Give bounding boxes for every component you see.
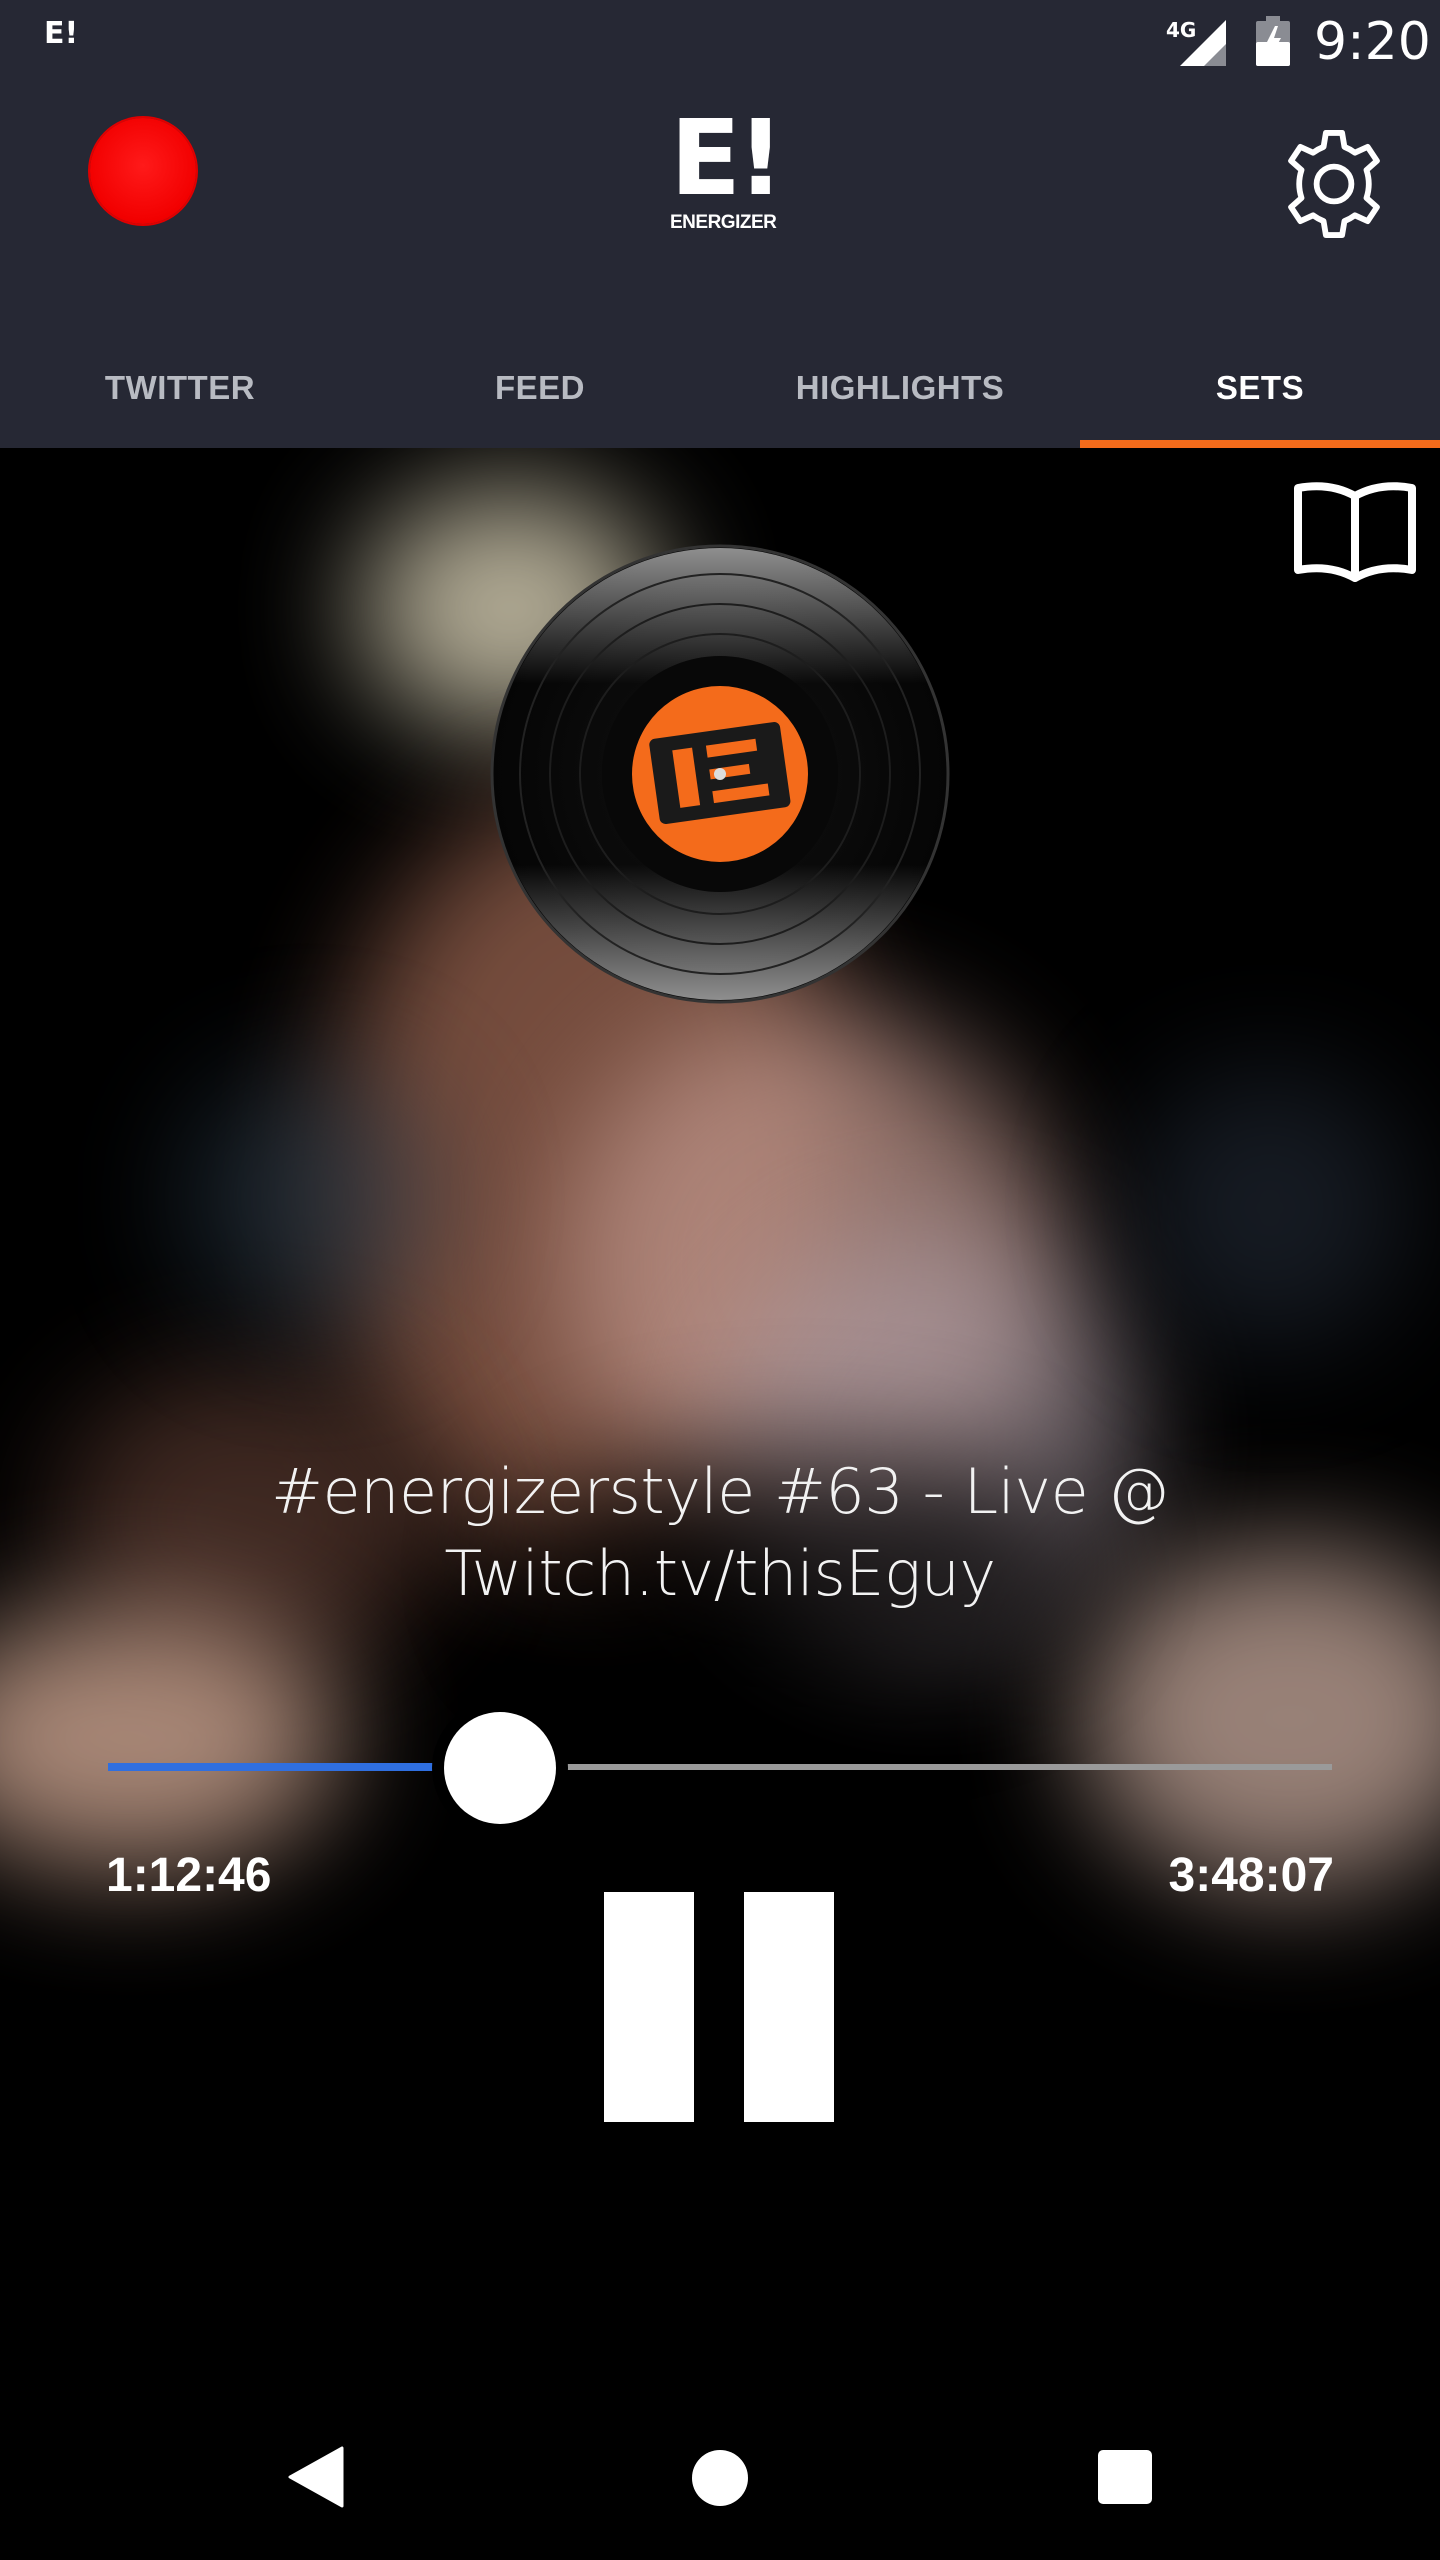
vinyl-record-icon xyxy=(490,544,950,1004)
clock: 9:20 xyxy=(1314,12,1431,72)
signal-icon xyxy=(1180,20,1226,66)
status-bar: E! 4G 9:20 xyxy=(0,0,1440,84)
tab-sets[interactable]: SETS xyxy=(1080,362,1440,448)
battery-icon xyxy=(1256,16,1290,66)
system-nav-bar xyxy=(0,2398,1440,2560)
brand-logo: E! ENERGIZER xyxy=(670,97,784,233)
tab-highlights[interactable]: HIGHLIGHTS xyxy=(720,362,1080,448)
player: #energizerstyle #63 - Live @ Twitch.tv/t… xyxy=(0,448,1440,2398)
total-time: 3:48:07 xyxy=(1168,1849,1334,1902)
seek-thumb[interactable] xyxy=(443,1712,556,1824)
recents-icon[interactable] xyxy=(1098,2450,1152,2504)
pause-icon[interactable] xyxy=(604,1892,836,2124)
gear-icon[interactable] xyxy=(1276,126,1392,242)
active-tab-indicator xyxy=(1080,440,1440,448)
back-icon[interactable] xyxy=(288,2446,344,2508)
tab-feed[interactable]: FEED xyxy=(360,362,720,448)
tab-bar: TWITTER FEED HIGHLIGHTS SETS xyxy=(0,362,1440,448)
home-icon[interactable] xyxy=(692,2450,748,2506)
track-title: #energizerstyle #63 - Live @ Twitch.tv/t… xyxy=(271,1455,1169,1610)
record-button[interactable] xyxy=(90,118,196,224)
book-icon[interactable] xyxy=(1292,478,1418,588)
elapsed-time: 1:12:46 xyxy=(106,1849,272,1902)
seek-progress xyxy=(108,1763,500,1771)
app-bar: E! ENERGIZER TWITTER FEED HIGHLIGHTS SET… xyxy=(0,84,1440,448)
app-notification-icon: E! xyxy=(44,16,79,51)
tab-twitter[interactable]: TWITTER xyxy=(0,362,360,448)
